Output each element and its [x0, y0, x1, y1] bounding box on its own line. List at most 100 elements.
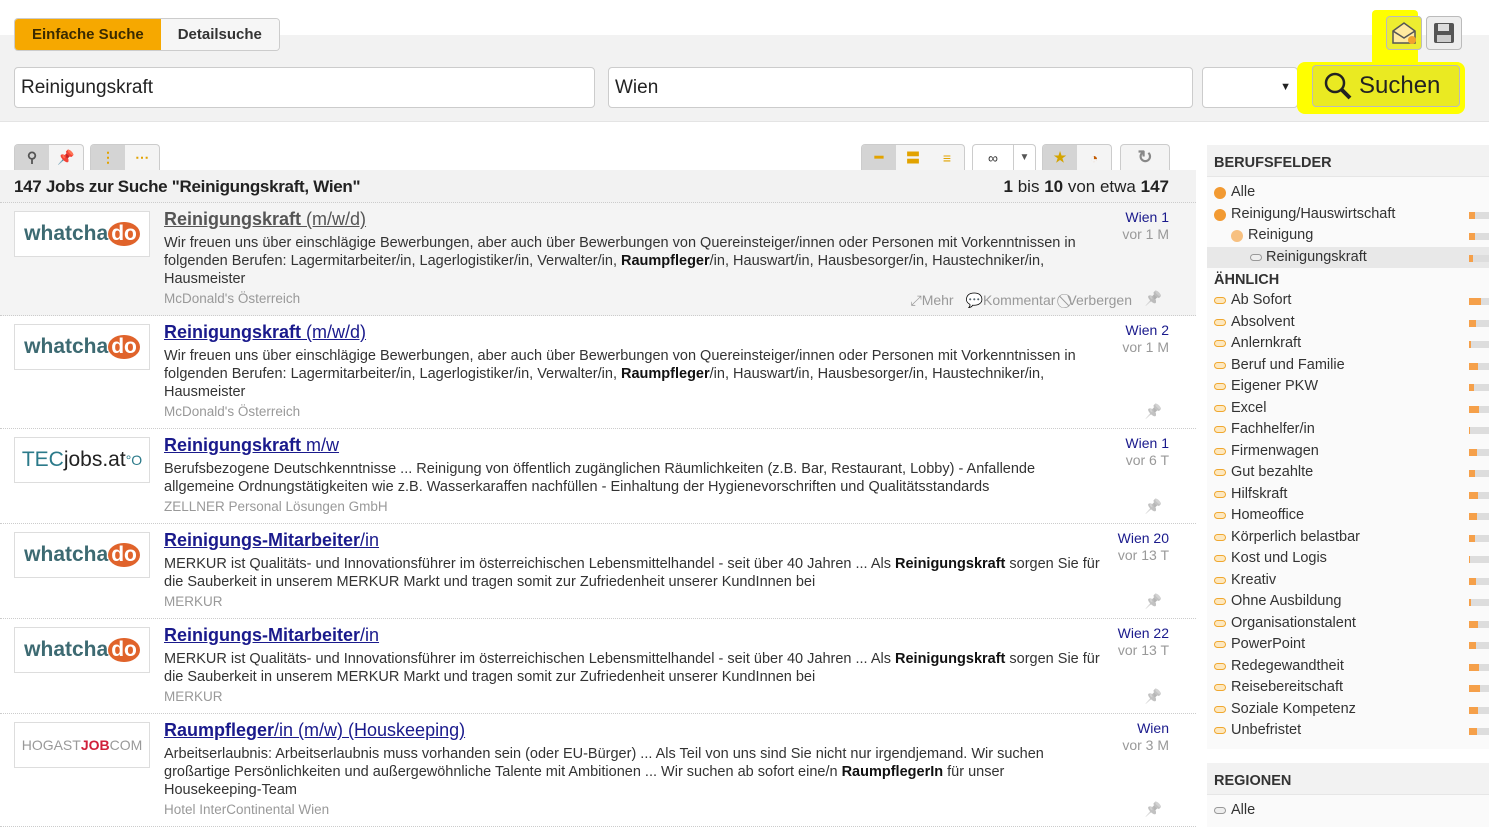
company-logo[interactable]: whatcha do	[14, 627, 150, 673]
density-medium-button[interactable]: 〓	[896, 145, 930, 170]
facet-item[interactable]: Kreativ	[1207, 570, 1489, 592]
job-location[interactable]: Wien 1	[1125, 209, 1169, 225]
facet-share-bar	[1469, 319, 1489, 327]
hide-button[interactable]: ⃠Verbergen	[1067, 292, 1132, 309]
facet-item[interactable]: Anlernkraft	[1207, 333, 1489, 355]
sort-relevance-icon[interactable]: ★	[1043, 145, 1077, 170]
radius-select[interactable]: ▼	[1202, 67, 1298, 108]
facet-label: Alle	[1231, 802, 1256, 818]
tab-detailsuche[interactable]: Detailsuche	[160, 19, 279, 50]
job-age: vor 6 T	[1125, 452, 1169, 468]
facet-share-bar	[1469, 384, 1489, 391]
facet-item[interactable]: Redegewandtheit	[1207, 656, 1489, 678]
job-location[interactable]: Wien 2	[1125, 322, 1169, 338]
facet-item[interactable]: Gut bezahlte	[1207, 462, 1489, 484]
pin-icon[interactable]: 📌	[1145, 403, 1162, 420]
facet-item[interactable]: Hilfskraft	[1207, 484, 1489, 506]
company-name[interactable]: McDonald's Österreich	[164, 404, 300, 419]
company-name[interactable]: McDonald's Österreich	[164, 291, 300, 306]
sort-date-icon[interactable]: ◔	[1077, 145, 1111, 170]
pin-icon[interactable]: 📌	[1145, 498, 1162, 515]
what-input[interactable]: Reinigungskraft	[14, 67, 595, 108]
facet-item[interactable]: Reinigung/Hauswirtschaft	[1207, 204, 1489, 226]
search-view-button[interactable]: ⚲	[15, 145, 49, 170]
facet-item[interactable]: Reinigung	[1207, 225, 1489, 247]
hide-label: Verbergen	[1067, 292, 1132, 308]
facet-item[interactable]: Absolvent	[1207, 312, 1489, 334]
facet-item[interactable]: Fachhelfer/in	[1207, 419, 1489, 441]
facet-dot-icon	[1214, 208, 1226, 221]
company-logo[interactable]: HOGAST JOB COM	[14, 722, 150, 768]
company-name[interactable]: MERKUR	[164, 594, 223, 609]
facet-item[interactable]: PowerPoint	[1207, 634, 1489, 656]
company-logo[interactable]: whatcha do	[14, 211, 150, 257]
company-logo[interactable]: TEC jobs.at °O	[14, 437, 150, 483]
tab-einfache-suche[interactable]: Einfache Suche	[15, 19, 161, 50]
job-location[interactable]: Wien 22	[1118, 625, 1169, 641]
facet-item[interactable]: Firmenwagen	[1207, 441, 1489, 463]
facet-item[interactable]: Eigener PKW	[1207, 376, 1489, 398]
facet-item[interactable]: Alle	[1207, 182, 1489, 204]
facet-pill-icon	[1214, 533, 1226, 541]
email-alert-button[interactable]	[1386, 16, 1422, 50]
pin-icon[interactable]: 📌	[1145, 688, 1162, 705]
job-title-link[interactable]: Reinigungskraft m/w	[164, 435, 339, 456]
facet-item[interactable]: Ohne Ausbildung	[1207, 591, 1489, 613]
facet-share-fill	[1469, 728, 1477, 735]
job-title-keyword: Reinigungskraft	[164, 435, 302, 455]
company-name[interactable]: Hotel InterContinental Wien	[164, 802, 329, 817]
pin-icon[interactable]: 📌	[1145, 801, 1162, 818]
chevron-down-icon: ▼	[1280, 81, 1291, 93]
job-age: vor 1 M	[1122, 339, 1169, 355]
facet-label: Reinigungskraft	[1266, 248, 1367, 265]
pin-icon[interactable]: 📌	[1145, 290, 1162, 307]
facet-item[interactable]: Reinigungskraft	[1207, 246, 1489, 268]
facet-item[interactable]: Organisationstalent	[1207, 613, 1489, 635]
facet-item[interactable]: Homeoffice	[1207, 505, 1489, 527]
facet-item[interactable]: Unbefristet	[1207, 720, 1489, 742]
company-name[interactable]: ZELLNER Personal Lösungen GmbH	[164, 499, 388, 514]
job-title-link[interactable]: Raumpfleger/in (m/w) (Houskeeping)	[164, 720, 465, 741]
facet-share-fill	[1469, 556, 1470, 563]
facet-item[interactable]: Excel	[1207, 398, 1489, 420]
where-input[interactable]: Wien	[608, 67, 1193, 108]
search-button[interactable]: Suchen	[1312, 65, 1460, 107]
job-location[interactable]: Wien 20	[1118, 530, 1169, 546]
company-name[interactable]: MERKUR	[164, 689, 223, 704]
facet-item[interactable]: Beruf und Familie	[1207, 355, 1489, 377]
job-title-link[interactable]: Reinigungskraft (m/w/d)	[164, 322, 366, 343]
density-compact-button[interactable]: ━	[862, 145, 896, 170]
facet-item[interactable]: Reisebereitschaft	[1207, 677, 1489, 699]
pin-view-button[interactable]: 📌	[49, 145, 83, 170]
job-location[interactable]: Wien 1	[1125, 435, 1169, 451]
facet-item[interactable]: Alle	[1207, 800, 1489, 822]
company-logo[interactable]: whatcha do	[14, 324, 150, 370]
save-search-button[interactable]	[1426, 16, 1462, 50]
limit-select[interactable]: ∞ ▼	[972, 144, 1036, 170]
job-title-link[interactable]: Reinigungs-Mitarbeiter/in	[164, 625, 379, 646]
vertical-layout-button[interactable]: ⋮	[91, 145, 125, 170]
job-title-link[interactable]: Reinigungs-Mitarbeiter/in	[164, 530, 379, 551]
refresh-button[interactable]: ↻	[1120, 144, 1170, 170]
more-button[interactable]: ⤢Mehr	[910, 292, 953, 309]
facet-item[interactable]: Ab Sofort	[1207, 290, 1489, 312]
facet-item[interactable]: Kost und Logis	[1207, 548, 1489, 570]
facet-item[interactable]: Körperlich belastbar	[1207, 527, 1489, 549]
facet-share-fill	[1469, 470, 1475, 477]
company-logo[interactable]: whatcha do	[14, 532, 150, 578]
description-keyword: Reinigungskraft	[895, 556, 1006, 572]
job-title-keyword: Reinigungskraft	[164, 322, 302, 342]
facet-item[interactable]: Soziale Kompetenz	[1207, 699, 1489, 721]
job-location[interactable]: Wien	[1137, 720, 1169, 736]
facet-label: Excel	[1231, 399, 1267, 416]
job-title-link[interactable]: Reinigungskraft (m/w/d)	[164, 209, 366, 230]
facet-label: Unbefristet	[1231, 722, 1302, 738]
density-full-button[interactable]: ≡	[930, 145, 964, 170]
facet-label: PowerPoint	[1231, 636, 1306, 652]
density-toggle-group: ━ 〓 ≡	[861, 144, 965, 170]
aehnlich-heading: ÄHNLICH	[1214, 272, 1280, 288]
facet-share-bar	[1469, 427, 1489, 434]
comment-button[interactable]: 💬Kommentar	[966, 292, 1056, 309]
pin-icon[interactable]: 📌	[1145, 593, 1162, 610]
horizontal-layout-button[interactable]: ⋯	[125, 145, 159, 170]
